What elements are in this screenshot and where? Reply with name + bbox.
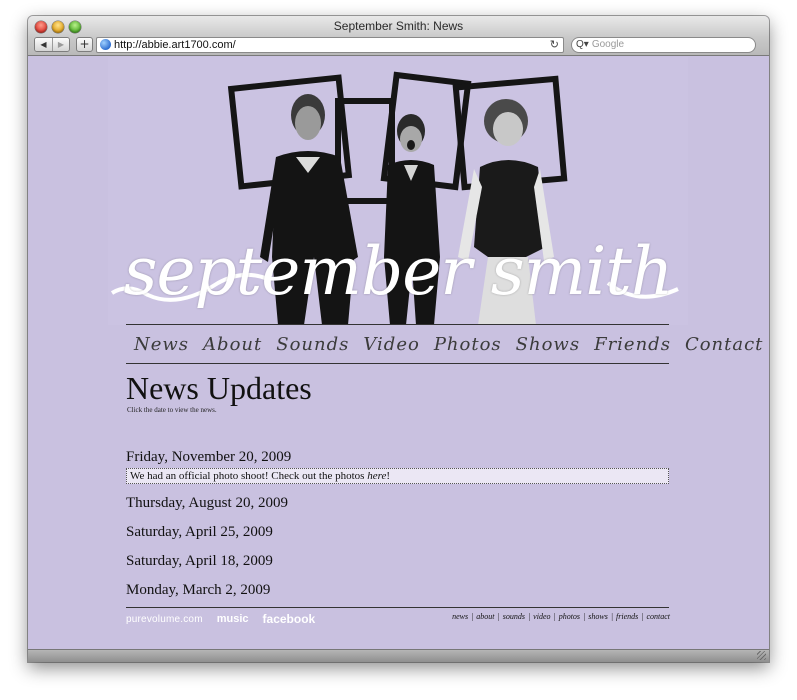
- status-bar: [28, 649, 769, 662]
- nav-about[interactable]: About: [203, 334, 262, 355]
- news-body-suffix: !: [386, 470, 391, 482]
- nav-contact[interactable]: Contact: [685, 334, 763, 355]
- news-date-link[interactable]: Saturday, April 25, 2009: [126, 524, 273, 541]
- footer-rule: [126, 607, 669, 608]
- nav-news[interactable]: News: [134, 334, 189, 355]
- footer-link-video[interactable]: video: [533, 612, 550, 621]
- footer-nav: news | about | sounds | video | photos |…: [452, 612, 670, 621]
- news-date-link[interactable]: Saturday, April 18, 2009: [126, 553, 273, 570]
- search-field[interactable]: Q▾ Google: [571, 36, 756, 53]
- photos-link[interactable]: here: [367, 470, 386, 482]
- page-content: september smith News About Sounds Video …: [28, 57, 769, 649]
- news-date-link[interactable]: Monday, March 2, 2009: [126, 582, 270, 599]
- footer-badges: purevolume.com music facebook: [126, 612, 315, 626]
- footer-link-about[interactable]: about: [476, 612, 494, 621]
- news-date-link[interactable]: Friday, November 20, 2009: [126, 449, 291, 466]
- nav-photos[interactable]: Photos: [434, 334, 502, 355]
- footer-link-contact[interactable]: contact: [646, 612, 670, 621]
- footer-link-sounds[interactable]: sounds: [503, 612, 525, 621]
- nav-shows[interactable]: Shows: [516, 334, 580, 355]
- reload-icon[interactable]: ↻: [550, 38, 559, 51]
- title-bar: September Smith: News ◀ ▶ + http://abbie…: [28, 16, 769, 56]
- browser-window: September Smith: News ◀ ▶ + http://abbie…: [28, 16, 769, 662]
- forward-button[interactable]: ▶: [52, 38, 69, 51]
- nav-bottom-rule: [126, 363, 669, 364]
- address-bar[interactable]: http://abbie.art1700.com/ ↻: [96, 36, 564, 53]
- facebook-link[interactable]: facebook: [263, 612, 316, 626]
- search-icon: Q▾: [576, 39, 589, 50]
- url-text: http://abbie.art1700.com/: [114, 38, 236, 51]
- purevolume-link[interactable]: purevolume.com: [126, 614, 203, 625]
- page-subtitle: Click the date to view the news.: [127, 406, 217, 414]
- nav-friends[interactable]: Friends: [594, 334, 671, 355]
- add-bookmark-button[interactable]: +: [76, 37, 93, 52]
- footer-link-shows[interactable]: shows: [588, 612, 608, 621]
- browser-toolbar: ◀ ▶ + http://abbie.art1700.com/ ↻ Q▾ Goo…: [34, 36, 763, 53]
- nav-top-rule: [126, 324, 669, 325]
- nav-video[interactable]: Video: [363, 334, 419, 355]
- nav-sounds[interactable]: Sounds: [276, 334, 349, 355]
- news-body-text: We had an official photo shoot! Check ou…: [130, 470, 368, 482]
- back-button[interactable]: ◀: [35, 38, 52, 51]
- search-placeholder: Google: [591, 39, 625, 50]
- footer-link-photos[interactable]: photos: [559, 612, 580, 621]
- globe-icon: [100, 39, 111, 50]
- resize-grip-icon[interactable]: [757, 651, 766, 660]
- header-banner: september smith: [108, 57, 688, 325]
- music-link[interactable]: music: [217, 613, 249, 625]
- page-title: News Updates: [126, 370, 312, 406]
- main-nav: News About Sounds Video Photos Shows Fri…: [134, 334, 769, 355]
- footer-link-news[interactable]: news: [452, 612, 468, 621]
- window-title: September Smith: News: [333, 19, 464, 33]
- news-date-link[interactable]: Thursday, August 20, 2009: [126, 495, 288, 512]
- band-logo[interactable]: september smith: [108, 233, 688, 310]
- footer-link-friends[interactable]: friends: [616, 612, 638, 621]
- news-entry-body: We had an official photo shoot! Check ou…: [126, 468, 669, 484]
- history-buttons: ◀ ▶: [34, 37, 70, 52]
